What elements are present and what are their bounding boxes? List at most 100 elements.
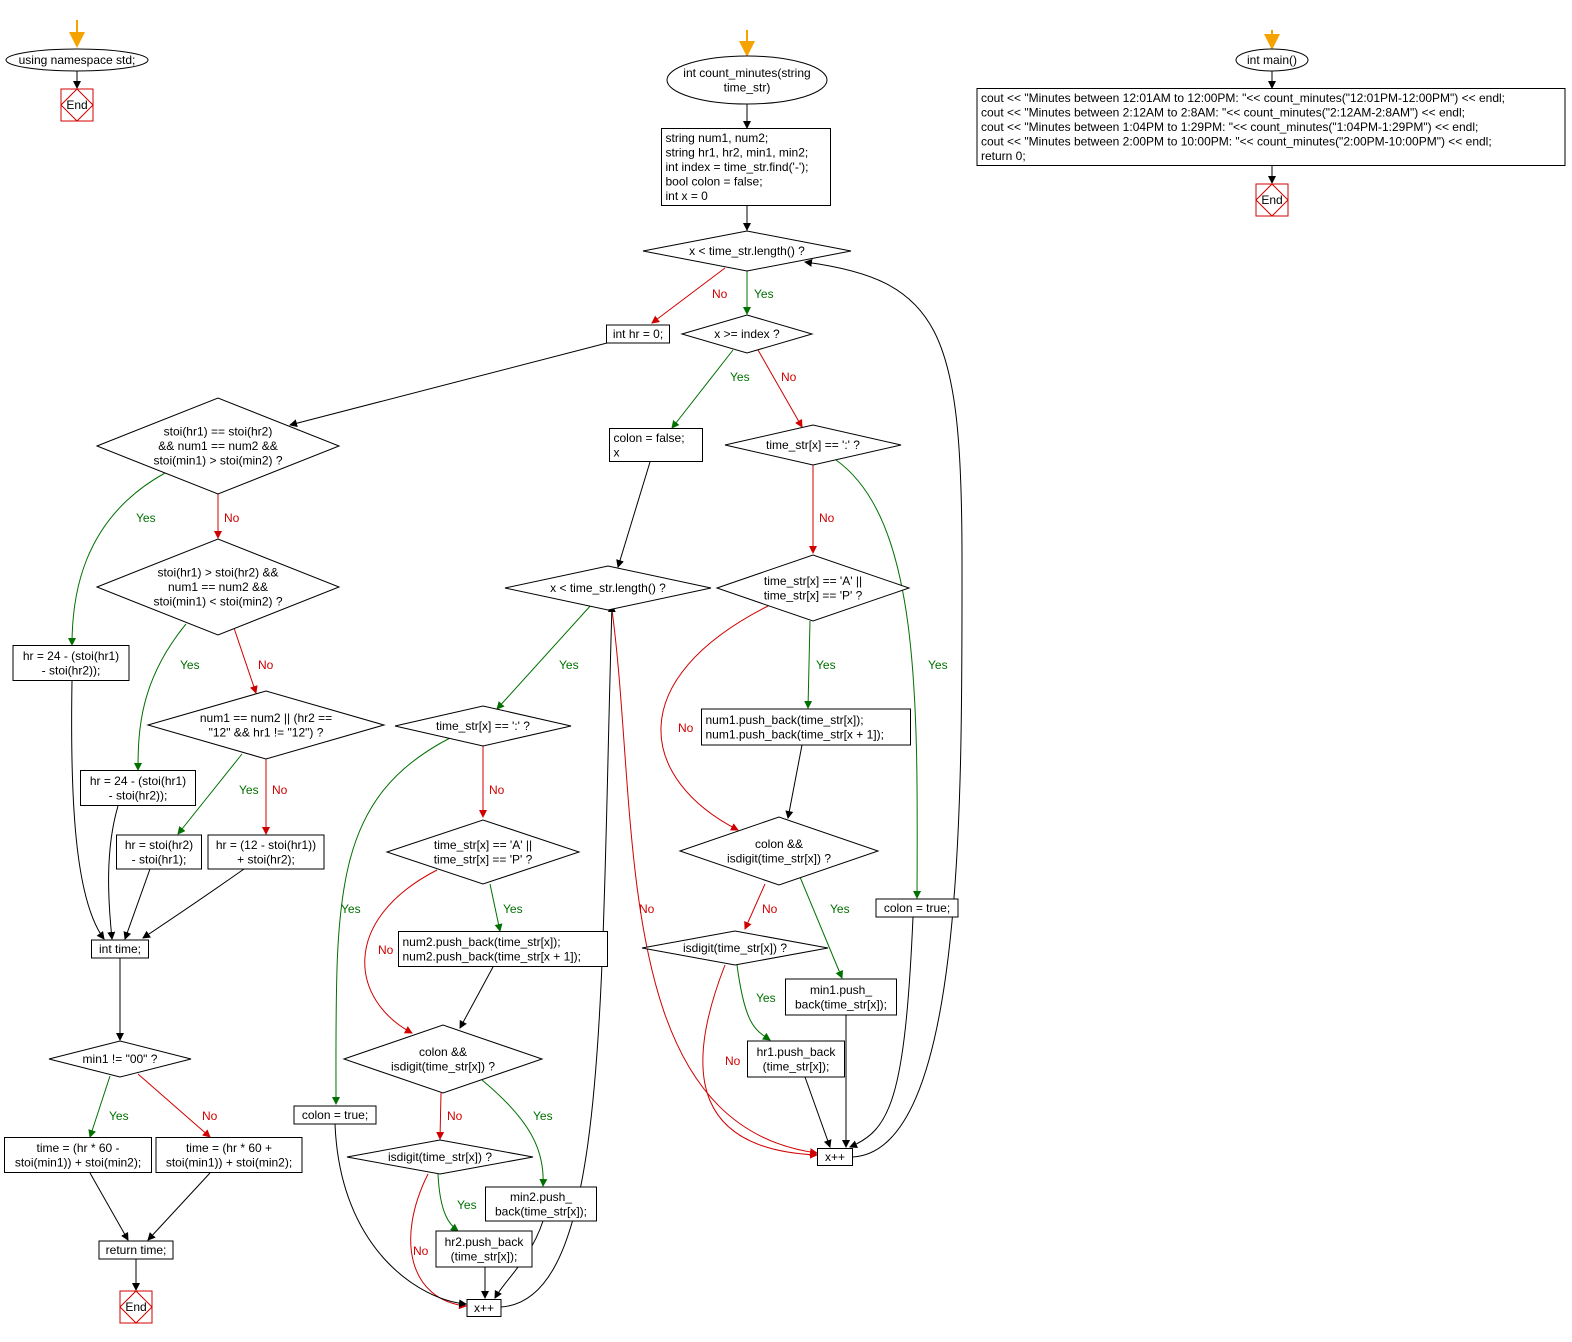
node-text: x++ [825, 1150, 845, 1164]
node-text: hr = stoi(hr2) [125, 838, 193, 852]
node-d12: stoi(hr1) == stoi(hr2)&& num1 == num2 &&… [95, 397, 341, 495]
node-text: int count_minutes(string [683, 66, 810, 80]
node-text: cout << "Minutes between 1:04PM to 1:29P… [981, 120, 1478, 134]
node-text: num1 == num2 && [168, 580, 268, 594]
no-label: No [413, 1244, 429, 1258]
flowchart: Yes No Yes No No Yes Yes No No Yes Yes No Yes No No Yes… [4, 20, 1566, 1324]
node-text: back(time_str[x]); [795, 997, 887, 1011]
node-text: (time_str[x]); [451, 1249, 518, 1263]
node-text: cout << "Minutes between 12:01AM to 12:0… [981, 91, 1505, 105]
node-colonT1: colon = true; [875, 898, 959, 918]
node-d11: isdigit(time_str[x]) ? [346, 1139, 534, 1175]
node-text: hr = 24 - (stoi(hr1) [23, 649, 119, 663]
node-text: time_str[x] == 'P' ? [764, 588, 863, 602]
node-text: - stoi(hr2)); [42, 663, 101, 677]
flow-edge [107, 805, 119, 940]
node-text: colon && [419, 1045, 467, 1059]
nodes: using namespace std; End int count_minutes… [4, 48, 1566, 1324]
yes-label: Yes [239, 783, 259, 797]
no-label: No [725, 1054, 741, 1068]
flow-edge [489, 883, 503, 932]
no-label: No [378, 943, 394, 957]
node-text: isdigit(time_str[x]) ? [391, 1059, 495, 1073]
yes-label: Yes [180, 658, 200, 672]
node-text: stoi(hr1) > stoi(hr2) && [157, 566, 278, 580]
node-text: time = (hr * 60 + [186, 1141, 272, 1155]
no-label: No [712, 287, 728, 301]
node-text: stoi(min1)) + stoi(min2); [166, 1155, 292, 1169]
yes-label: Yes [756, 991, 776, 1005]
node-text: colon = true; [884, 901, 950, 915]
yes-label: Yes [109, 1109, 129, 1123]
edges: Yes No Yes No No Yes Yes No No Yes Yes No Yes No No Yes… [68, 20, 1280, 1310]
node-text: bool colon = false; [666, 175, 763, 189]
node-d1: x < time_str.length() ? [642, 230, 852, 272]
node-d8: time_str[x] == ':' ? [394, 705, 572, 747]
node-text: int index = time_str.find('-'); [666, 160, 809, 174]
node-d10: colon &&isdigit(time_str[x]) ? [342, 1024, 544, 1094]
flow-edge [496, 603, 593, 710]
yes-label: Yes [559, 658, 579, 672]
flow-edge [142, 868, 245, 939]
flow-edge [289, 342, 608, 428]
no-label: No [819, 511, 835, 525]
node-text: time_str[x] == 'A' || [434, 838, 532, 852]
no-label: No [258, 658, 274, 672]
no-label: No [489, 783, 505, 797]
node-text: time_str[x] == ':' ? [766, 438, 860, 452]
flow-edge [799, 876, 844, 979]
no-label: No [224, 511, 240, 525]
node-text: string num1, num2; [666, 131, 769, 145]
node-d4: x < time_str.length() ? [504, 565, 712, 611]
node-push1: num1.push_back(time_str[x]);num1.push_ba… [701, 708, 911, 746]
node-text: cout << "Minutes between 2:00PM to 10:00… [981, 135, 1492, 149]
node-hr1: hr1.push_back(time_str[x]); [747, 1040, 845, 1078]
node-text: isdigit(time_str[x]) ? [683, 941, 787, 955]
node-ns: using namespace std; [5, 48, 149, 72]
node-text: x++ [474, 1301, 494, 1315]
node-end2: End [119, 1290, 153, 1324]
node-text: - stoi(hr1); [132, 852, 187, 866]
node-text: End [1261, 193, 1282, 207]
node-tA: time = (hr * 60 -stoi(min1)) + stoi(min2… [4, 1137, 152, 1173]
no-label: No [272, 783, 288, 797]
node-text: x [614, 445, 620, 459]
no-label: No [762, 902, 778, 916]
node-text: hr1.push_back [757, 1045, 837, 1059]
flow-edge [804, 620, 813, 709]
node-d13: stoi(hr1) > stoi(hr2) &&num1 == num2 &&s… [95, 538, 341, 636]
node-hr0: int hr = 0; [606, 324, 670, 344]
node-text: time_str[x] == 'P' ? [434, 852, 533, 866]
node-colonF: colon = false;x [609, 428, 703, 462]
node-text: colon && [755, 837, 803, 851]
node-text: isdigit(time_str[x]) ? [727, 851, 831, 865]
node-text: stoi(min1)) + stoi(min2); [15, 1155, 141, 1169]
flow-edge [88, 1075, 111, 1138]
node-text: num1.push_back(time_str[x]); [706, 713, 864, 727]
node-text: - stoi(hr2)); [109, 788, 168, 802]
flow-edge [481, 1079, 548, 1187]
node-ret: return time; [98, 1240, 174, 1260]
node-text: return time; [106, 1243, 167, 1257]
node-colonT2: colon = true; [293, 1105, 377, 1125]
flow-edge [233, 627, 258, 694]
node-end1: End [60, 88, 94, 122]
node-text: stoi(hr1) == stoi(hr2) [164, 425, 273, 439]
node-text: min1 != "00" ? [83, 1052, 158, 1066]
node-end3: End [1255, 183, 1289, 217]
node-text: (time_str[x]); [763, 1059, 830, 1073]
node-text: num2.push_back(time_str[x]); [403, 935, 561, 949]
node-text: string hr1, hr2, min1, min2; [666, 146, 809, 160]
node-d7: isdigit(time_str[x]) ? [641, 930, 829, 966]
node-text: num2.push_back(time_str[x + 1]); [403, 949, 581, 963]
node-text: x < time_str.length() ? [550, 581, 666, 595]
node-text: using namespace std; [19, 53, 136, 67]
no-label: No [202, 1109, 218, 1123]
yes-label: Yes [341, 902, 361, 916]
node-text: time = (hr * 60 - [36, 1141, 119, 1155]
yes-label: Yes [816, 658, 836, 672]
node-text: colon = true; [302, 1108, 368, 1122]
node-text: int x = 0 [666, 189, 709, 203]
node-min1: min1.push_back(time_str[x]); [785, 978, 897, 1016]
node-text: End [125, 1300, 146, 1314]
